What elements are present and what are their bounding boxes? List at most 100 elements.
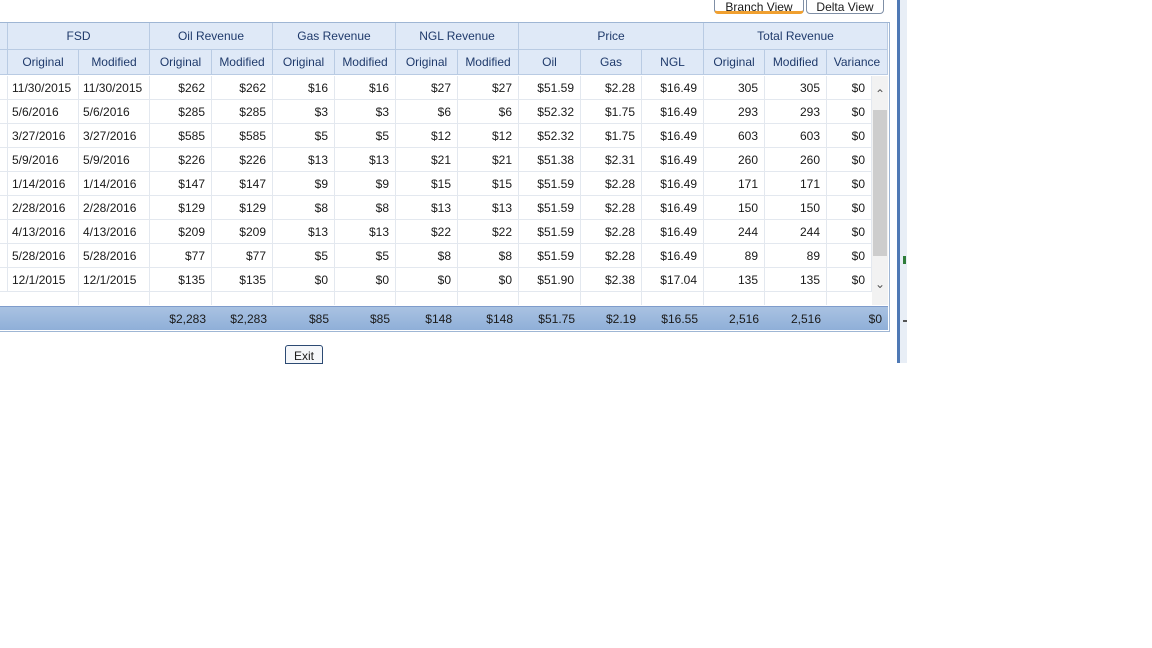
cell-gas-original[interactable]: $0 — [273, 268, 335, 292]
cell-ngl-original[interactable]: $13 — [396, 196, 458, 220]
cell-total-modified[interactable]: 244 — [765, 220, 827, 244]
cell-total-original[interactable]: 150 — [704, 196, 765, 220]
cell-price-ngl[interactable]: $16.49 — [642, 172, 704, 196]
cell-price-ngl[interactable]: $16.49 — [642, 124, 704, 148]
column-header-price-ngl[interactable]: NGL — [642, 50, 704, 74]
column-header-price-gas[interactable]: Gas — [581, 50, 642, 74]
cell-fsd-modified[interactable]: 5/6/2016 — [79, 100, 150, 124]
cell-price-oil[interactable]: $51.38 — [519, 148, 581, 172]
cell-ngl-modified[interactable]: $15 — [458, 172, 519, 196]
cell-price-gas[interactable]: $1.75 — [581, 124, 642, 148]
column-header-fsd-original[interactable]: Original — [8, 50, 79, 74]
cell-gas-original[interactable]: $13 — [273, 220, 335, 244]
cell-total-variance[interactable]: $0 — [827, 100, 872, 124]
cell-price-ngl[interactable]: $16.49 — [642, 220, 704, 244]
cell-oil-original[interactable]: $129 — [150, 196, 212, 220]
column-header-fsd-modified[interactable]: Modified — [79, 50, 150, 74]
cell-total-modified[interactable]: 135 — [765, 268, 827, 292]
cell-price-gas[interactable]: $2.31 — [581, 148, 642, 172]
cell-total-variance[interactable]: $0 — [827, 172, 872, 196]
cell-total-original[interactable]: 305 — [704, 76, 765, 100]
column-header-total-variance[interactable]: Variance — [827, 50, 888, 74]
cell-price-ngl[interactable]: $16.49 — [642, 76, 704, 100]
cell-total-original[interactable]: 89 — [704, 244, 765, 268]
cell-gas-modified[interactable]: $16 — [335, 76, 396, 100]
cell-price-gas[interactable]: $2.38 — [581, 268, 642, 292]
cell-total-modified[interactable]: 89 — [765, 244, 827, 268]
chevron-up-icon[interactable]: ⌃ — [872, 86, 888, 102]
column-header-price-oil[interactable]: Oil — [519, 50, 581, 74]
cell-fsd-original[interactable]: 12/1/2015 — [8, 268, 79, 292]
cell-gas-original[interactable]: $8 — [273, 196, 335, 220]
table-row[interactable]: 2/28/2016 2/28/2016 $129 $129 $8 $8 $13 $13 $51.… — [0, 196, 872, 220]
cell-oil-modified[interactable]: $226 — [212, 148, 273, 172]
cell-gas-original[interactable]: $5 — [273, 124, 335, 148]
cell-gas-modified[interactable]: $13 — [335, 148, 396, 172]
cell-oil-modified[interactable]: $77 — [212, 244, 273, 268]
cell-total-variance[interactable]: $0 — [827, 244, 872, 268]
cell-oil-original[interactable]: $262 — [150, 76, 212, 100]
cell-gas-original[interactable]: $16 — [273, 76, 335, 100]
cell-ngl-original[interactable]: $0 — [396, 268, 458, 292]
cell-gas-original[interactable]: $3 — [273, 100, 335, 124]
cell-ngl-modified[interactable]: $27 — [458, 76, 519, 100]
cell-total-variance[interactable]: $0 — [827, 196, 872, 220]
cell-total-original[interactable]: 603 — [704, 124, 765, 148]
chevron-down-icon[interactable]: ⌄ — [872, 276, 888, 292]
table-row[interactable]: 5/6/2016 5/6/2016 $285 $285 $3 $3 $6 $6 $52.32 $1… — [0, 100, 872, 124]
cell-ngl-modified[interactable]: $22 — [458, 220, 519, 244]
cell-oil-original[interactable]: $77 — [150, 244, 212, 268]
cell-fsd-original[interactable]: 5/9/2016 — [8, 148, 79, 172]
cell-ngl-modified[interactable]: $13 — [458, 196, 519, 220]
column-header-gas-modified[interactable]: Modified — [335, 50, 396, 74]
cell-oil-modified[interactable]: $129 — [212, 196, 273, 220]
cell-oil-original[interactable]: $135 — [150, 268, 212, 292]
cell-fsd-original[interactable]: 3/27/2016 — [8, 124, 79, 148]
cell-ngl-original[interactable]: $6 — [396, 100, 458, 124]
cell-price-oil[interactable]: $52.32 — [519, 100, 581, 124]
cell-total-original[interactable]: 171 — [704, 172, 765, 196]
cell-price-ngl[interactable]: $16.49 — [642, 148, 704, 172]
cell-oil-modified[interactable]: $285 — [212, 100, 273, 124]
cell-gas-modified[interactable]: $0 — [335, 268, 396, 292]
branch-view-button[interactable]: Branch View — [714, 0, 804, 14]
vertical-scrollbar[interactable]: ⌃ ⌄ — [872, 76, 888, 305]
cell-ngl-modified[interactable]: $0 — [458, 268, 519, 292]
cell-price-gas[interactable]: $2.28 — [581, 76, 642, 100]
cell-oil-original[interactable]: $209 — [150, 220, 212, 244]
cell-price-oil[interactable]: $51.90 — [519, 268, 581, 292]
table-row[interactable]: 11/30/2015 11/30/2015 $262 $262 $16 $16 $27 $27… — [0, 76, 872, 100]
cell-oil-original[interactable]: $585 — [150, 124, 212, 148]
cell-total-modified[interactable]: 305 — [765, 76, 827, 100]
cell-total-modified[interactable]: 260 — [765, 148, 827, 172]
cell-gas-modified[interactable]: $13 — [335, 220, 396, 244]
cell-price-oil[interactable]: $51.59 — [519, 244, 581, 268]
cell-price-oil[interactable]: $51.59 — [519, 172, 581, 196]
table-row[interactable]: 12/1/2015 12/1/2015 $135 $135 $0 $0 $0 $0 $51.90… — [0, 268, 872, 292]
cell-total-variance[interactable]: $0 — [827, 268, 872, 292]
column-header-gas-original[interactable]: Original — [273, 50, 335, 74]
cell-oil-modified[interactable]: $135 — [212, 268, 273, 292]
cell-gas-original[interactable]: $9 — [273, 172, 335, 196]
cell-gas-original[interactable]: $5 — [273, 244, 335, 268]
cell-ngl-original[interactable]: $8 — [396, 244, 458, 268]
cell-ngl-modified[interactable]: $21 — [458, 148, 519, 172]
cell-total-original[interactable]: 244 — [704, 220, 765, 244]
scroll-thumb[interactable] — [873, 110, 887, 256]
cell-total-modified[interactable]: 171 — [765, 172, 827, 196]
table-row[interactable]: 3/27/2016 3/27/2016 $585 $585 $5 $5 $12 $12 $52.… — [0, 124, 872, 148]
cell-gas-modified[interactable]: $5 — [335, 244, 396, 268]
cell-fsd-original[interactable]: 11/30/2015 — [8, 76, 79, 100]
exit-button[interactable]: Exit — [285, 345, 323, 364]
column-header-total-original[interactable]: Original — [704, 50, 765, 74]
cell-fsd-original[interactable]: 5/28/2016 — [8, 244, 79, 268]
cell-total-modified[interactable]: 293 — [765, 100, 827, 124]
cell-ngl-modified[interactable]: $6 — [458, 100, 519, 124]
cell-gas-modified[interactable]: $9 — [335, 172, 396, 196]
cell-fsd-modified[interactable]: 5/9/2016 — [79, 148, 150, 172]
cell-fsd-modified[interactable]: 12/1/2015 — [79, 268, 150, 292]
cell-oil-modified[interactable]: $262 — [212, 76, 273, 100]
cell-fsd-original[interactable]: 1/14/2016 — [8, 172, 79, 196]
cell-price-oil[interactable]: $51.59 — [519, 76, 581, 100]
cell-price-gas[interactable]: $1.75 — [581, 100, 642, 124]
